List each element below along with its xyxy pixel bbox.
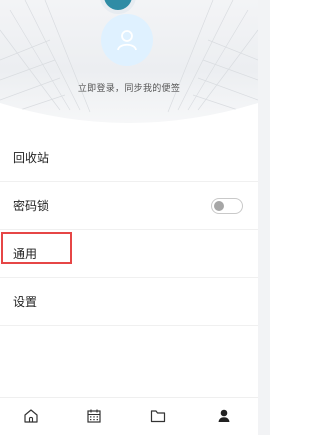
user-avatar[interactable] [101,14,153,66]
toggle-knob [214,201,224,211]
menu-item-label: 通用 [13,247,38,261]
calendar-icon [87,409,101,423]
profile-header: 立即登录，同步我的便签 [0,0,258,143]
bottom-navigation [0,397,258,435]
menu-item-label: 设置 [13,295,38,309]
menu-item-settings[interactable]: 设置 [0,278,258,326]
menu-item-general[interactable]: 通用 [0,230,258,278]
menu-item-password-lock[interactable]: 密码锁 [0,182,258,230]
nav-home[interactable] [21,406,41,426]
nav-calendar[interactable] [84,406,104,426]
password-lock-toggle[interactable] [211,198,243,214]
menu-item-label: 密码锁 [13,199,50,213]
nav-folder[interactable] [148,406,168,426]
folder-icon [150,410,166,423]
login-prompt-link[interactable]: 立即登录，同步我的便签 [0,81,258,94]
user-icon [117,30,137,51]
nav-profile[interactable] [214,406,234,426]
settings-menu: 回收站 密码锁 通用 设置 [0,134,258,326]
menu-item-recycle-bin[interactable]: 回收站 [0,134,258,182]
menu-item-label: 回收站 [13,151,50,165]
home-icon [24,409,38,423]
app-screen: 立即登录，同步我的便签 回收站 密码锁 通用 设置 [0,0,258,435]
person-icon [218,409,230,422]
scrollbar[interactable] [258,0,270,435]
